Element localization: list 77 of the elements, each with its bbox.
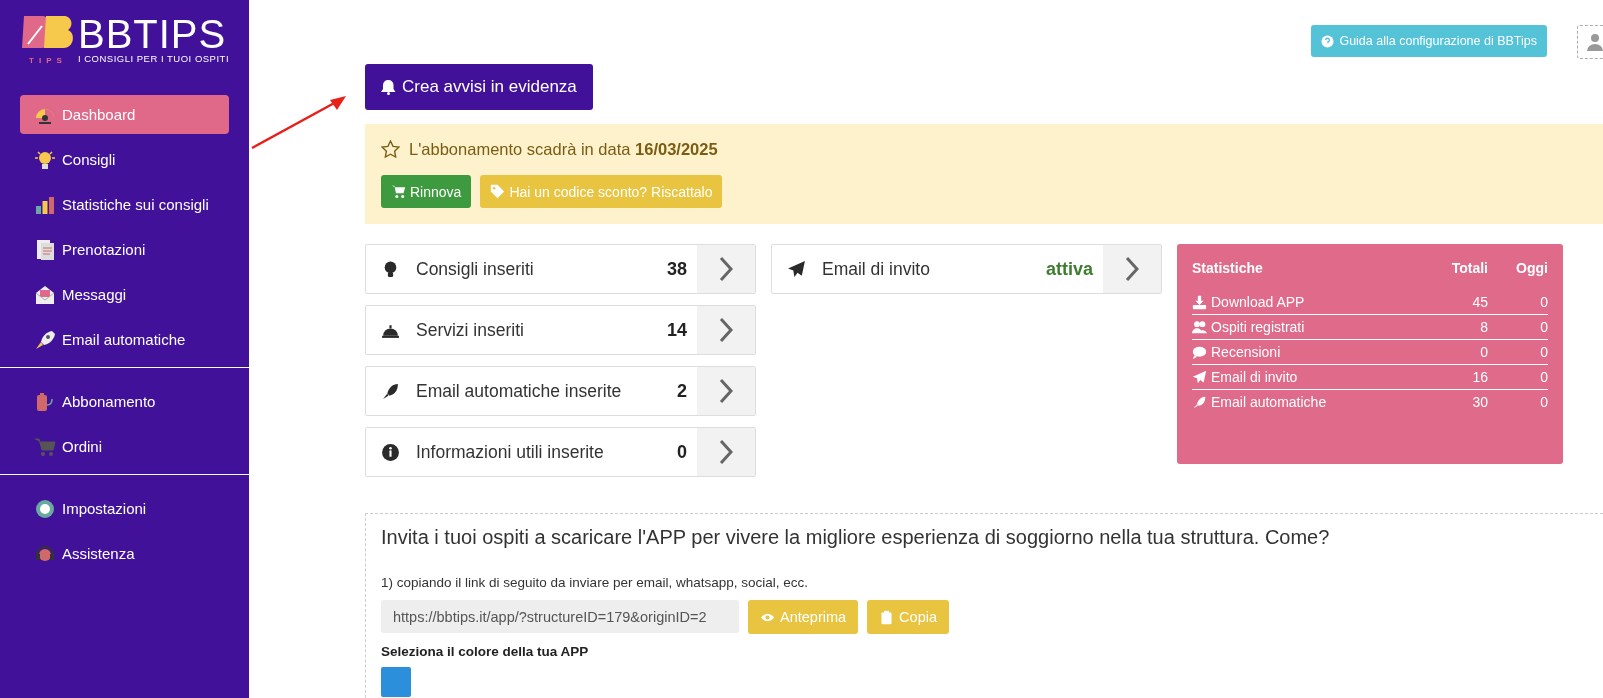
document-icon: [34, 238, 56, 261]
renew-button[interactable]: Rinnova: [381, 175, 472, 208]
count-value: 0: [677, 441, 687, 463]
envelope-icon: [34, 283, 56, 306]
logo-subtitle: I CONSIGLI PER I TUOI OSPITI: [77, 53, 230, 64]
table-cell-text: 30: [1471, 393, 1488, 412]
sidebar-item[interactable]: Impostazioni: [20, 489, 229, 528]
row-label: Ospiti registrati: [1211, 319, 1305, 335]
count-value: 38: [666, 258, 687, 280]
sidebar-item[interactable]: Consigli: [20, 140, 229, 179]
card-label: Email di invito: [822, 258, 931, 280]
logo-tagline: TIPS: [29, 56, 67, 65]
table-cell: 0: [1428, 340, 1488, 365]
table-cell: 0: [1488, 290, 1548, 315]
sidebar-item[interactable]: Statistiche sui consigli: [20, 185, 229, 224]
link-field[interactable]: https://bbtips.it/app/?structureID=179&originID=2: [381, 600, 739, 633]
download-icon: [1192, 294, 1207, 310]
table-cell: 0: [1488, 365, 1548, 390]
table-cell: 45: [1428, 290, 1488, 315]
battery-icon: [34, 390, 56, 413]
chevron-right-icon: [1125, 256, 1139, 282]
step-text: 1) copiando il link di seguito da inviare per email, whatsapp, social, ecc.: [381, 575, 809, 590]
tag-icon: [490, 184, 506, 199]
cart-icon: [34, 435, 56, 458]
row-label: Email di invito: [1211, 369, 1298, 385]
table-cell-text: 0: [1539, 393, 1548, 412]
card-label: Consigli inseriti: [416, 258, 535, 280]
chevron-right-icon: [719, 256, 733, 282]
bulb-icon: [34, 148, 56, 171]
clipboard-icon: [879, 609, 895, 625]
chevron-right-icon: [719, 317, 733, 343]
paper-plane-icon: [786, 259, 806, 279]
user-avatar[interactable]: [1577, 25, 1603, 59]
chevron-button[interactable]: [697, 367, 755, 415]
sidebar-item[interactable]: Email automatiche: [20, 320, 229, 359]
invite-title: Invita i tuoi ospiti a scaricare l'APP per vivere la migliore esperienza di soggiorno nella tua struttura. Come?: [381, 526, 1331, 549]
column-header: Statistiche: [1192, 260, 1264, 278]
sidebar-item[interactable]: Assistenza: [20, 534, 229, 573]
create-notice-button[interactable]: Crea avvisi in evidenza: [365, 64, 593, 110]
chevron-right-icon: [719, 439, 733, 465]
speech-bubble-icon: [1192, 344, 1207, 360]
table-cell: 8: [1428, 315, 1488, 340]
table-cell: 16: [1428, 365, 1488, 390]
row-label: Email automatiche: [1211, 394, 1327, 410]
bell-icon: [381, 79, 396, 95]
color-swatch[interactable]: [381, 667, 411, 697]
card-label: Informazioni utili inserite: [416, 441, 605, 463]
table-cell: 0: [1488, 340, 1548, 365]
logo-title: BBTIPS: [77, 15, 228, 53]
color-label: Seleziona il colore della tua APP: [381, 644, 590, 659]
expiry-text: L'abbonamento scadrà in data 16/03/2025: [409, 140, 718, 159]
sidebar-item[interactable]: Messaggi: [20, 275, 229, 314]
column-header: Oggi: [1515, 260, 1548, 278]
chevron-button[interactable]: [697, 306, 755, 354]
table-cell: 0: [1488, 315, 1548, 340]
count-value: 2: [677, 380, 687, 402]
row-label: Recensioni: [1211, 344, 1281, 360]
status-value: attiva: [1045, 258, 1093, 280]
cart-icon: [391, 184, 406, 199]
star-icon: [381, 140, 400, 159]
help-icon: [1321, 34, 1335, 48]
sidebar-item[interactable]: Ordini: [20, 427, 229, 466]
card-label: Email automatiche inserite: [416, 380, 623, 402]
sidebar-item[interactable]: Prenotazioni: [20, 230, 229, 269]
column-header: Totali: [1450, 260, 1488, 278]
sidebar-item[interactable]: Abbonamento: [20, 382, 229, 421]
users-icon: [1192, 319, 1207, 335]
chevron-right-icon: [719, 378, 733, 404]
row-label: Download APP: [1211, 294, 1305, 310]
paper-plane-icon: [1192, 369, 1207, 385]
card-label: Servizi inseriti: [416, 319, 525, 341]
chevron-button[interactable]: [1103, 245, 1161, 293]
info-icon: [380, 442, 400, 462]
count-value: 14: [666, 319, 687, 341]
chevron-button[interactable]: [697, 428, 755, 476]
chevron-button[interactable]: [697, 245, 755, 293]
user-icon: [1587, 33, 1603, 51]
